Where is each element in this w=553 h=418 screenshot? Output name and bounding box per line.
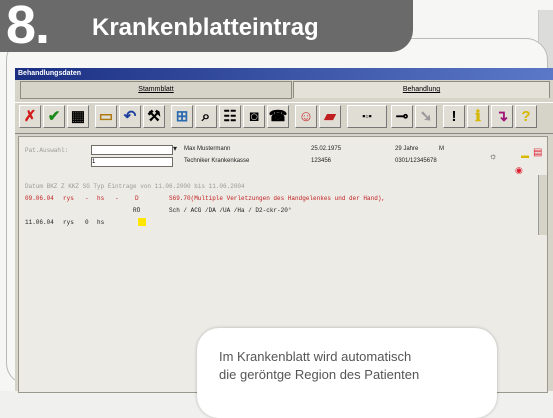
tab-stammblatt[interactable]: Stammblatt [20, 81, 292, 99]
scrollbar[interactable] [538, 175, 547, 235]
tools-icon[interactable]: ⚒ [143, 105, 165, 128]
grid-icon[interactable]: ⊞ [171, 105, 193, 128]
entry-text: S69.70(Multiple Verletzungen des Handgel… [169, 195, 386, 202]
undo-icon[interactable]: ↶ [119, 105, 141, 128]
entry-typ: D [135, 195, 139, 202]
patient-label: Pat.Auswahl: [25, 147, 69, 154]
checkmark-icon[interactable]: ✔ [43, 105, 65, 128]
window-titlebar: Behandlungsdaten [15, 68, 553, 80]
entry-date: 11.06.04 [25, 219, 54, 226]
text-cursor-field[interactable] [138, 218, 146, 226]
user-icon[interactable]: ☺ [295, 105, 317, 128]
caption-bubble: Im Krankenblatt wird automatisch die gerö… [197, 328, 497, 418]
table-header: Datum BKZ Z KKZ SG Typ Eintrage von 11.0… [25, 183, 245, 190]
insurance-number: 123456 [311, 158, 332, 164]
patient-birth-date: 25.02.1975 [311, 146, 342, 152]
note-icon[interactable]: ▬ [521, 151, 529, 160]
caption-line-2: die geröntge Region des Patienten [219, 367, 420, 382]
patient-insurance: Techniker Krankenkasse [184, 158, 250, 164]
help-icon[interactable]: ? [515, 105, 537, 128]
magnify-icon[interactable]: ⌕ [195, 105, 217, 128]
buttons-icon[interactable]: ▪▫▪ [347, 105, 387, 128]
phone-icon[interactable]: ☎ [267, 105, 289, 128]
chart-icon[interactable]: ▤ [533, 147, 542, 158]
calendar-icon[interactable]: ▦ [67, 105, 89, 128]
info-icon[interactable]: ℹ [467, 105, 489, 128]
entry-bkz: rys [63, 219, 74, 226]
entry-kkz: hs [97, 219, 105, 226]
patient-name: Max Mustermann [184, 146, 231, 152]
patient-id-field[interactable]: 1 [91, 157, 173, 167]
arrow-icon[interactable]: ➘ [415, 105, 437, 128]
window-title: Behandlungsdaten [18, 70, 82, 77]
step-header: 8. Krankenblatteintrag [0, 0, 413, 55]
step-title: Krankenblatteintrag [92, 14, 319, 41]
entry-z: - [85, 195, 89, 202]
tab-bar: Stammblatt Behandlung [15, 81, 553, 99]
entry-kkz: hs [97, 195, 105, 202]
entry-bkz: rys [63, 195, 74, 202]
tab-behandlung[interactable]: Behandlung [293, 81, 550, 98]
patient-id-value: 1 [92, 159, 96, 165]
page-frame: Behandlungsdaten Stammblatt Behandlung ✗… [0, 0, 553, 418]
entry-date: 09.06.04 [25, 195, 54, 202]
sun-icon[interactable]: ☼ [489, 151, 497, 161]
patient-search-field[interactable] [91, 145, 173, 155]
delete-x-icon[interactable]: ✗ [19, 105, 41, 128]
record-icon[interactable]: ◉ [515, 165, 523, 176]
people-icon[interactable]: ☷ [219, 105, 241, 128]
key-icon[interactable]: ⊸ [391, 105, 413, 128]
camera-icon[interactable]: ◙ [243, 105, 265, 128]
folder-icon[interactable]: ▭ [95, 105, 117, 128]
toolbar: ✗ ✔ ▦ ▭ ↶ ⚒ ⊞ ⌕ ☷ ◙ ☎ ☺ ▰ ▪▫▪ ⊸ ➘ ! ℹ ↴ … [15, 102, 553, 134]
step-number: 8. [6, 0, 50, 55]
exclamation-icon[interactable]: ! [443, 105, 465, 128]
entry-text: Sch / ACG /DA /UA /Ha / D2-ckr-20° [169, 207, 292, 214]
card-icon[interactable]: ▰ [319, 105, 341, 128]
patient-sex: M [439, 146, 444, 152]
entry-sg: - [115, 195, 119, 202]
entry-typ: RÖ [133, 207, 141, 214]
patient-age: 29 Jahre [395, 146, 419, 152]
caption-line-1: Im Krankenblatt wird automatisch [219, 349, 412, 364]
dropdown-icon[interactable]: ▾ [173, 144, 177, 153]
case-number: 0301/12345678 [395, 158, 437, 164]
arrow-down-icon[interactable]: ↴ [491, 105, 513, 128]
entry-z: 0 [85, 219, 89, 226]
